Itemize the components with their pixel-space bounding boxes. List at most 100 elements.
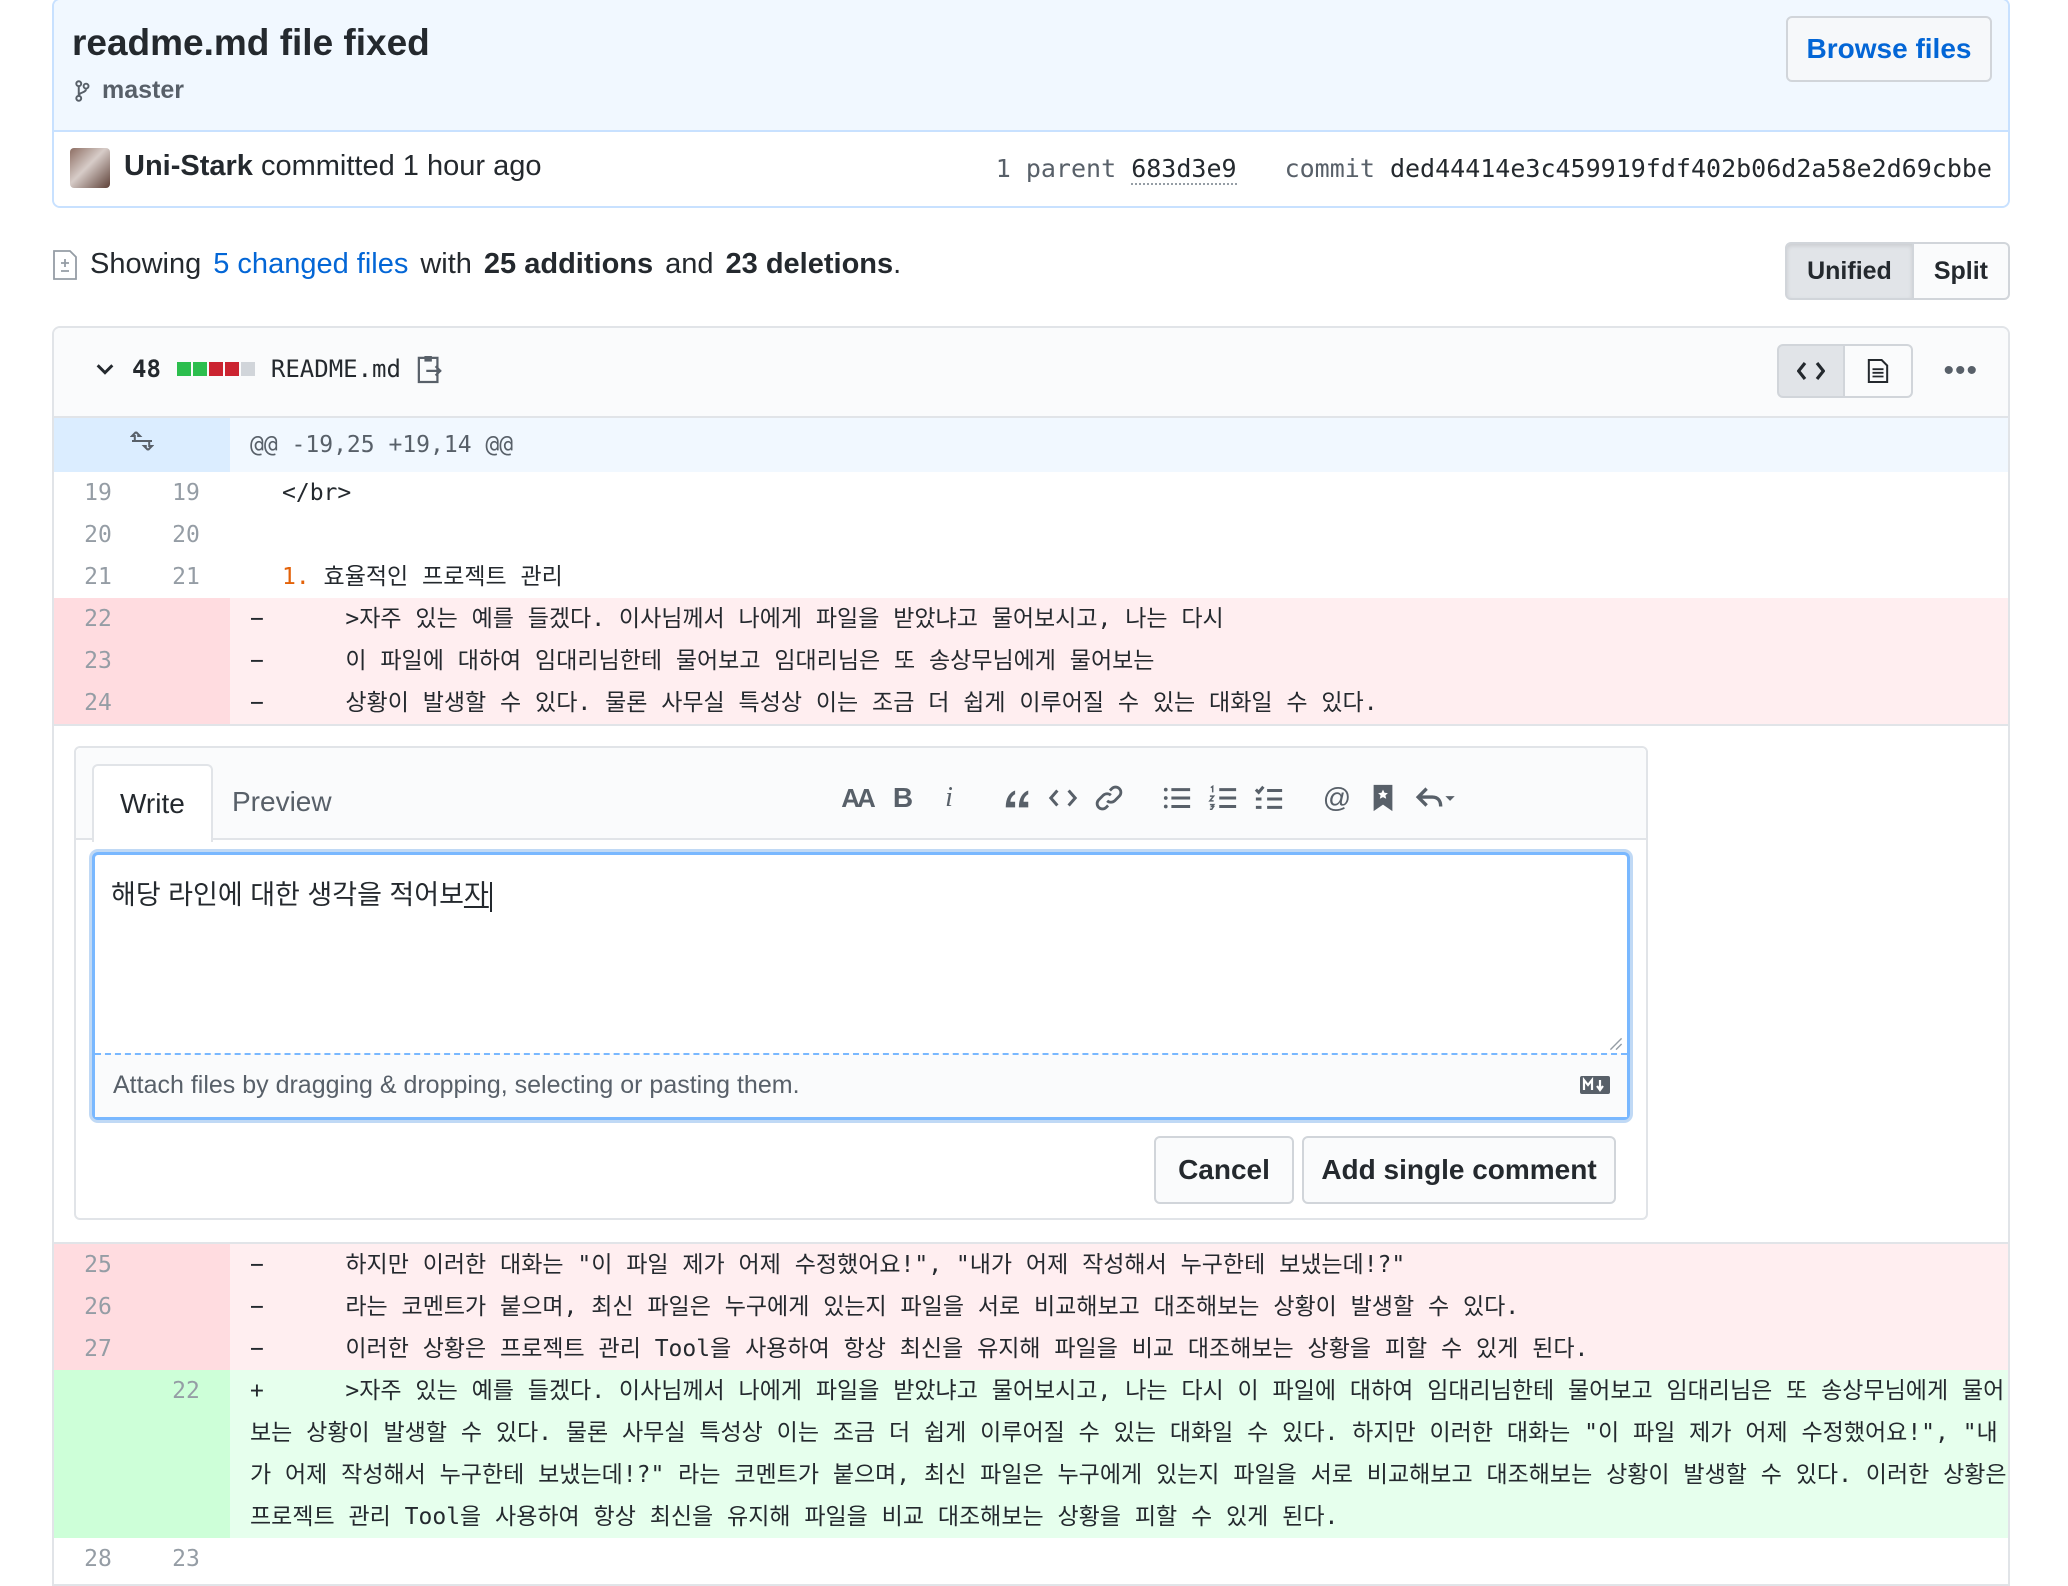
line-code bbox=[230, 1538, 2008, 1580]
line-sign: − bbox=[250, 606, 264, 632]
attach-files-area[interactable]: Attach files by dragging & dropping, sel… bbox=[95, 1053, 1627, 1117]
diffstat-block-neutral bbox=[240, 362, 255, 376]
mention-icon[interactable]: @ bbox=[1314, 778, 1360, 818]
rich-view-button[interactable] bbox=[1845, 344, 1914, 398]
split-button[interactable]: Split bbox=[1913, 242, 2010, 300]
parent-label: 1 parent bbox=[995, 154, 1117, 183]
numbered-list-icon[interactable] bbox=[1200, 778, 1246, 818]
file-text-icon bbox=[1868, 358, 1889, 384]
hunk-header-text: @@ -19,25 +19,14 @@ bbox=[250, 432, 514, 458]
line-sign: − bbox=[250, 1252, 264, 1278]
line-sign: − bbox=[250, 690, 264, 716]
markdown-icon[interactable] bbox=[1579, 1075, 1611, 1095]
mention-glyph: @ bbox=[1322, 782, 1352, 813]
commit-sha: ded44414e3c459919fdf402b06d2a58e2d69cbbe bbox=[1389, 154, 1992, 183]
branch-icon bbox=[75, 79, 90, 102]
diffstat-block-add bbox=[176, 362, 191, 376]
line-code: − 라는 코멘트가 붙으며, 최신 파일은 누구에게 있는지 파일을 서로 비교… bbox=[230, 1286, 2008, 1328]
ime-composing-char: 자 bbox=[463, 880, 489, 910]
resize-handle-icon[interactable] bbox=[1609, 1037, 1623, 1051]
old-line-number[interactable]: 23 bbox=[54, 640, 142, 682]
new-line-number[interactable]: 19 bbox=[142, 472, 230, 514]
chevron-down-icon[interactable] bbox=[94, 358, 116, 380]
reference-icon[interactable] bbox=[1360, 778, 1406, 818]
new-line-number[interactable]: 23 bbox=[142, 1538, 230, 1580]
deleted-line: 23 − 이 파일에 대하여 임대리님한테 물어보고 임대리님은 또 송상무님에… bbox=[54, 640, 2008, 682]
source-view-button[interactable] bbox=[1777, 344, 1846, 398]
commit-meta: Uni-Stark committed 1 hour ago 1 parent … bbox=[54, 132, 2008, 206]
line-text: 이 파일에 대하여 임대리님한테 물어보고 임대리님은 또 송상무님에게 물어보… bbox=[290, 648, 1155, 674]
line-text: 이러한 상황은 프로젝트 관리 Tool을 사용하여 항상 최신을 유지해 파일… bbox=[290, 1336, 1589, 1362]
old-line-number[interactable]: 28 bbox=[54, 1538, 142, 1580]
line-text: >자주 있는 예를 들겠다. 이사님께서 나에게 파일을 받았냐고 물어보시고,… bbox=[290, 606, 1224, 632]
deleted-line: 27 − 이러한 상황은 프로젝트 관리 Tool을 사용하여 항상 최신을 유… bbox=[54, 1328, 2008, 1370]
copy-path-icon[interactable] bbox=[417, 354, 443, 384]
add-single-comment-button[interactable]: Add single comment bbox=[1302, 1136, 1616, 1204]
italic-glyph: i bbox=[945, 782, 953, 813]
attach-hint: Attach files by dragging & dropping, sel… bbox=[113, 1071, 800, 1099]
old-line-number[interactable]: 20 bbox=[54, 514, 142, 556]
summary-showing: Showing bbox=[90, 248, 202, 280]
cancel-button[interactable]: Cancel bbox=[1154, 1136, 1294, 1204]
tab-write[interactable]: Write bbox=[92, 764, 213, 842]
list-marker: 1. bbox=[282, 564, 310, 590]
line-code: − 하지만 이러한 대화는 "이 파일 제가 어제 수정했어요!", "내가 어… bbox=[230, 1244, 2008, 1286]
summary-and: and bbox=[665, 248, 714, 280]
code-icon bbox=[1797, 362, 1826, 380]
added-line: 22 + >자주 있는 예를 들겠다. 이사님께서 나에게 파일을 받았냐고 물… bbox=[54, 1370, 2008, 1538]
task-list-icon[interactable] bbox=[1246, 778, 1292, 818]
new-line-number bbox=[142, 598, 230, 640]
code-icon[interactable] bbox=[1040, 778, 1086, 818]
commit-title-bar: readme.md file fixed master Browse files bbox=[54, 0, 2008, 132]
expand-icon[interactable] bbox=[54, 418, 230, 472]
summary-period: . bbox=[893, 248, 902, 280]
unified-button[interactable]: Unified bbox=[1785, 242, 1914, 300]
new-line-number[interactable]: 21 bbox=[142, 556, 230, 598]
old-line-number[interactable]: 24 bbox=[54, 682, 142, 724]
diffstat-blocks bbox=[176, 362, 255, 376]
line-sign: − bbox=[250, 1336, 264, 1362]
file-diff: 48 README.md ••• @@ -19,25 +19,14 @@ 19 … bbox=[52, 326, 2010, 1586]
line-text: >자주 있는 예를 들겠다. 이사님께서 나에게 파일을 받았냐고 물어보시고,… bbox=[250, 1378, 2007, 1530]
avatar[interactable] bbox=[70, 148, 110, 188]
commit-shas: 1 parent 683d3e9 commit ded44414e3c45991… bbox=[995, 154, 1992, 185]
comment-value: 해당 라인에 대한 생각을 적어보 bbox=[111, 880, 464, 910]
author-link[interactable]: Uni-Stark bbox=[124, 150, 253, 182]
heading-glyph: AA bbox=[841, 782, 876, 813]
italic-icon[interactable]: i bbox=[926, 778, 972, 818]
diff-line: 20 20 bbox=[54, 514, 2008, 556]
quote-icon[interactable] bbox=[994, 778, 1040, 818]
deleted-line: 24 − 상황이 발생할 수 있다. 물론 사무실 특성상 이는 조금 더 쉽게… bbox=[54, 682, 2008, 724]
file-name-link[interactable]: README.md bbox=[271, 355, 401, 383]
new-line-number bbox=[142, 682, 230, 724]
old-line-number[interactable]: 27 bbox=[54, 1328, 142, 1370]
changed-files-link[interactable]: 5 changed files bbox=[213, 248, 408, 281]
old-line-number[interactable]: 21 bbox=[54, 556, 142, 598]
additions-count: 25 additions bbox=[483, 248, 654, 280]
bullet-list-icon[interactable] bbox=[1154, 778, 1200, 818]
old-line-number[interactable]: 25 bbox=[54, 1244, 142, 1286]
parent-sha-link[interactable]: 683d3e9 bbox=[1131, 154, 1237, 185]
bold-glyph: B bbox=[892, 782, 914, 813]
commit-action: committed 1 hour ago bbox=[260, 150, 542, 182]
deleted-line: 26 − 라는 코멘트가 붙으며, 최신 파일은 누구에게 있는지 파일을 서로… bbox=[54, 1286, 2008, 1328]
diffstat-block-del bbox=[224, 362, 239, 376]
more-options-icon[interactable]: ••• bbox=[1943, 354, 1978, 388]
old-line-number[interactable]: 19 bbox=[54, 472, 142, 514]
diff-summary: Showing 5 changed files with 25 addition… bbox=[52, 248, 901, 281]
reply-dropdown-icon[interactable] bbox=[1406, 778, 1466, 818]
heading-icon[interactable]: AA bbox=[834, 778, 880, 818]
line-text: 효율적인 프로젝트 관리 bbox=[309, 564, 563, 590]
tab-preview[interactable]: Preview bbox=[206, 764, 358, 840]
old-line-number[interactable]: 26 bbox=[54, 1286, 142, 1328]
browse-files-button[interactable]: Browse files bbox=[1786, 16, 1992, 82]
branch-label[interactable]: master bbox=[72, 76, 184, 105]
bold-icon[interactable]: B bbox=[880, 778, 926, 818]
new-line-number[interactable]: 20 bbox=[142, 514, 230, 556]
new-line-number[interactable]: 22 bbox=[142, 1370, 230, 1538]
line-code: </br> bbox=[282, 480, 352, 506]
old-line-number[interactable]: 22 bbox=[54, 598, 142, 640]
link-icon[interactable] bbox=[1086, 778, 1132, 818]
old-line-number bbox=[54, 1370, 142, 1538]
comment-textarea[interactable]: 해당 라인에 대한 생각을 적어보자 Attach files by dragg… bbox=[92, 852, 1630, 1120]
